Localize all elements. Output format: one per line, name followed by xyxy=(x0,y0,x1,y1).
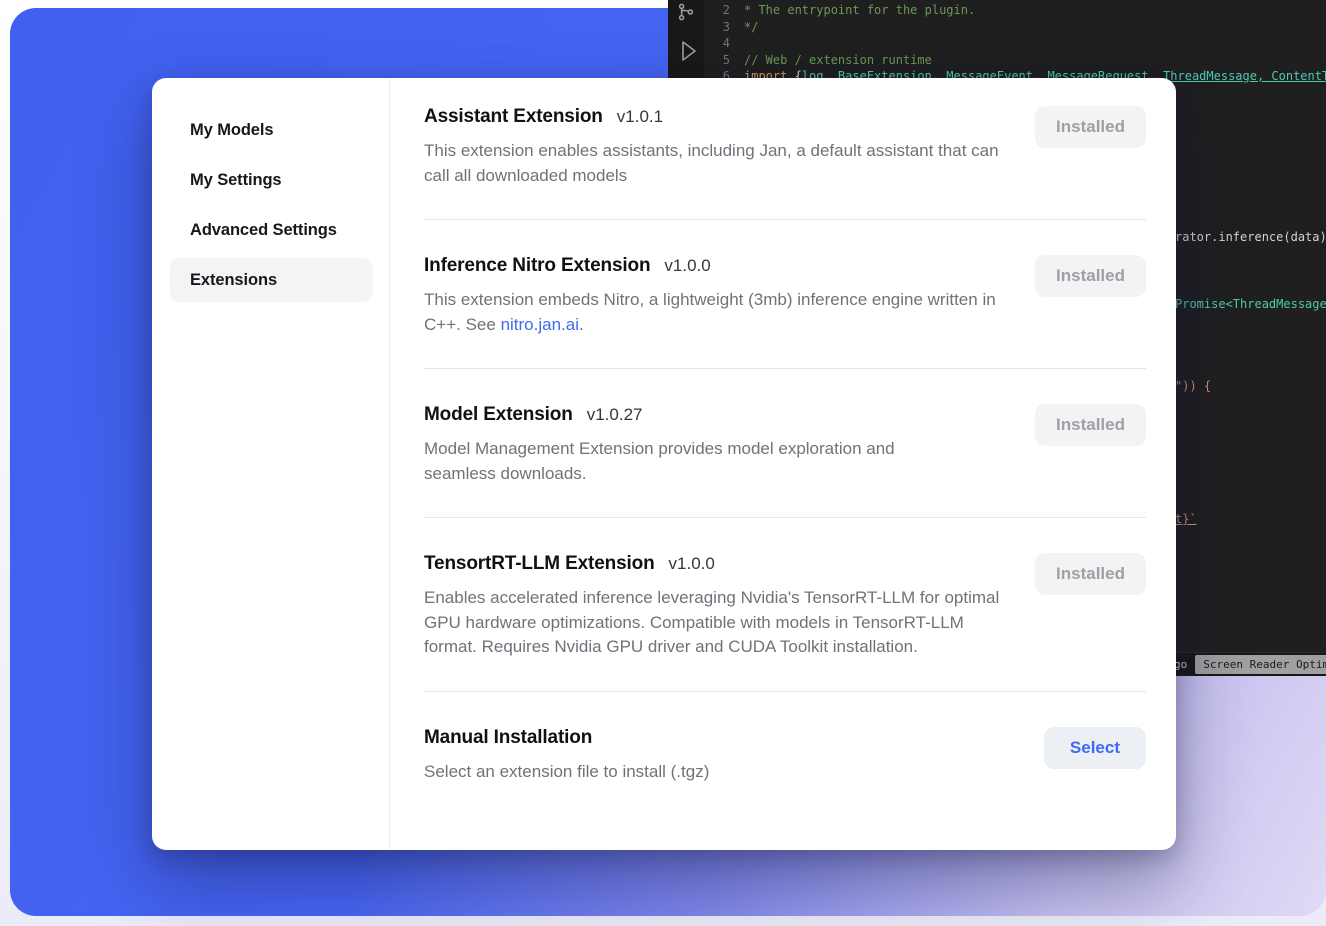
status-bar-text: go xyxy=(1174,658,1195,671)
sidebar-item-extensions[interactable]: Extensions xyxy=(170,258,373,302)
extension-title: Manual Installation xyxy=(424,727,592,749)
extensions-list: Assistant Extension v1.0.1 This extensio… xyxy=(390,78,1176,850)
extension-row-tensorrt-llm: TensortRT-LLM Extension v1.0.0 Enables a… xyxy=(424,518,1146,691)
extension-title: TensortRT-LLM Extension xyxy=(424,553,655,575)
extension-row-model: Model Extension v1.0.27 Model Management… xyxy=(424,369,1146,517)
extension-row-inference-nitro: Inference Nitro Extension v1.0.0 This ex… xyxy=(424,220,1146,368)
extension-title: Inference Nitro Extension xyxy=(424,255,650,277)
extension-description: This extension embeds Nitro, a lightweig… xyxy=(424,288,1009,337)
code-fragment: ")) { xyxy=(1175,379,1211,393)
sidebar-item-label: My Settings xyxy=(190,171,282,190)
settings-sidebar: My Models My Settings Advanced Settings … xyxy=(152,78,390,850)
installed-button[interactable]: Installed xyxy=(1035,553,1146,595)
extension-description: Enables accelerated inference leveraging… xyxy=(424,586,1009,660)
nitro-jan-ai-link[interactable]: nitro.jan.ai. xyxy=(501,315,584,334)
code-fragment: rator.inference(data)); xyxy=(1175,230,1326,244)
select-button[interactable]: Select xyxy=(1044,727,1146,769)
code-fragment: Promise<ThreadMessage> xyxy=(1175,297,1326,311)
extension-row-manual-installation: Manual Installation Select an extension … xyxy=(424,692,1146,816)
extension-version: v1.0.1 xyxy=(617,107,663,127)
installed-button[interactable]: Installed xyxy=(1035,404,1146,446)
settings-modal: My Models My Settings Advanced Settings … xyxy=(152,78,1176,850)
code-fragment: t}` xyxy=(1175,512,1197,526)
code-line: 4 xyxy=(704,35,1326,52)
run-debug-icon xyxy=(676,36,700,69)
installed-button[interactable]: Installed xyxy=(1035,106,1146,148)
sidebar-item-advanced-settings[interactable]: Advanced Settings xyxy=(170,208,373,252)
extension-description: Select an extension file to install (.tg… xyxy=(424,760,709,785)
code-line: 5 // Web / extension runtime xyxy=(704,52,1326,69)
extension-title: Assistant Extension xyxy=(424,106,603,128)
extension-description: Model Management Extension provides mode… xyxy=(424,437,954,486)
extension-version: v1.0.27 xyxy=(587,405,643,425)
code-line: 2 * The entrypoint for the plugin. xyxy=(704,2,1326,19)
sidebar-item-my-settings[interactable]: My Settings xyxy=(170,158,373,202)
extension-version: v1.0.0 xyxy=(669,554,715,574)
installed-button[interactable]: Installed xyxy=(1035,255,1146,297)
sidebar-item-label: Extensions xyxy=(190,271,277,290)
sidebar-item-label: Advanced Settings xyxy=(190,221,337,240)
code-area: 2 * The entrypoint for the plugin. 3 */ … xyxy=(704,2,1326,85)
sidebar-item-my-models[interactable]: My Models xyxy=(170,108,373,152)
sidebar-item-label: My Models xyxy=(190,121,273,140)
code-line: 3 */ xyxy=(704,19,1326,36)
extension-row-assistant: Assistant Extension v1.0.1 This extensio… xyxy=(424,78,1146,219)
screen-reader-chip: Screen Reader Optimize xyxy=(1195,655,1326,674)
extension-title: Model Extension xyxy=(424,404,573,426)
page-background: 2 * The entrypoint for the plugin. 3 */ … xyxy=(0,0,1326,926)
source-control-icon xyxy=(676,2,696,25)
extension-version: v1.0.0 xyxy=(664,256,710,276)
extension-description: This extension enables assistants, inclu… xyxy=(424,139,1009,188)
